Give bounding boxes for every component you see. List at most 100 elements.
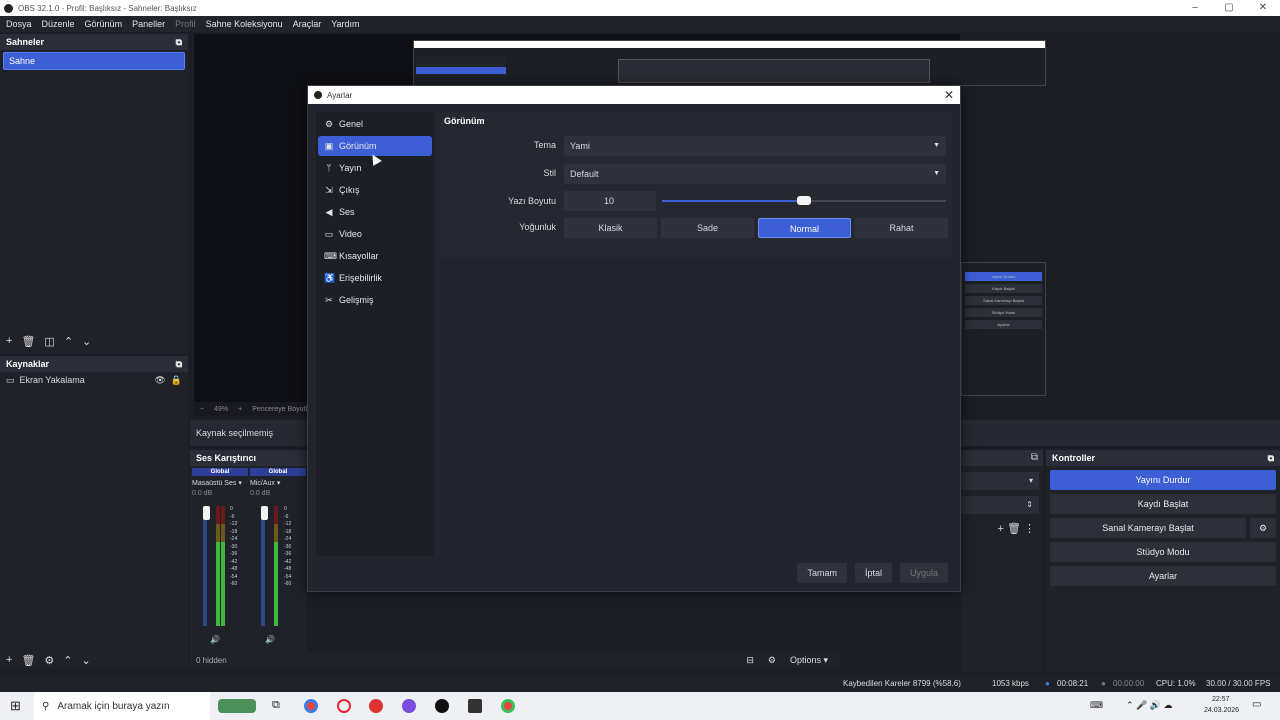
theme-select[interactable]: Yami ▼ [564,136,946,156]
vcam-row: Sanal Kamerayı Başlat ⚙ [1050,518,1276,538]
add-icon[interactable]: + [997,523,1003,535]
scenes-title: Sahneler [6,37,45,47]
source-label: Ekran Yakalama [19,375,85,385]
density-sade[interactable]: Sade [661,218,754,238]
tools-icon: ✂ [325,294,333,305]
move-down-icon[interactable]: ⌄ [82,335,91,348]
taskbar-search[interactable]: ⚲ Aramak için buraya yazın [34,692,210,720]
chrome-icon[interactable] [501,699,515,713]
close-icon[interactable]: ✕ [944,88,954,102]
chrome-icon[interactable] [304,699,318,713]
add-icon[interactable]: + [6,335,12,347]
undock-icon[interactable]: ⧉ [961,450,1043,466]
volume-fader[interactable] [261,506,268,520]
layout-icon[interactable]: ⊟ [746,655,754,666]
gear-icon[interactable]: ⚙ [44,654,54,667]
app-icon[interactable] [468,699,482,713]
opera-icon[interactable] [337,699,351,713]
notification-icon[interactable]: ▭ [1252,699,1261,710]
move-up-icon[interactable]: ⌃ [63,654,72,667]
cancel-button[interactable]: İptal [854,563,892,583]
section-title: Görünüm [444,116,485,126]
nav-genel[interactable]: ⚙ Genel [318,114,432,134]
task-view-icon[interactable]: ⧉ [272,699,280,712]
maximize-button[interactable]: ▢ [1212,0,1246,16]
sources-title: Kaynaklar [6,359,50,369]
undock-icon[interactable]: ⧉ [176,359,182,370]
landscape-icon[interactable] [218,699,256,713]
source-item[interactable]: ▭ Ekran Yakalama 👁 🔒 [0,372,188,388]
menu-gorunum[interactable]: Görünüm [85,19,123,29]
nav-erisebilirlik[interactable]: ♿ Erişebilirlik [318,268,432,288]
style-select[interactable]: Default ▼ [564,164,946,184]
stream-icon: ● [1045,679,1050,688]
density-normal[interactable]: Normal [758,218,851,238]
density-klasik[interactable]: Klasik [564,218,657,238]
keyboard-icon[interactable]: ⌨ [1090,700,1103,711]
fps: 30.00 / 30.00 FPS [1206,679,1271,688]
controls-title: Kontroller [1052,453,1096,463]
menu-duzenle[interactable]: Düzenle [42,19,75,29]
options-button[interactable]: Options ▾ [790,655,828,666]
stop-stream-button[interactable]: Yayını Durdur [1050,470,1276,490]
status-bar: Kaybedilen Kareler 8799 (%58.6) 1053 kbp… [0,676,1280,692]
windows-start-icon[interactable]: ⊞ [10,698,21,714]
lock-icon[interactable]: 🔒 [171,375,182,386]
apply-button[interactable]: Uygula [899,563,948,583]
channel-name[interactable]: Masaüstü Ses ▾ [192,479,248,487]
speaker-icon[interactable]: 🔊 [265,635,275,644]
scene-item[interactable]: Sahne [3,52,185,70]
start-recording-button[interactable]: Kaydı Başlat [1050,494,1276,514]
channel-name[interactable]: Mic/Aux ▾ [250,479,306,487]
nested-scenes [416,57,506,77]
undock-icon[interactable]: ⧉ [1268,453,1274,464]
menu-paneller[interactable]: Paneller [132,19,165,29]
density-rahat[interactable]: Rahat [855,218,948,238]
slider-thumb[interactable] [797,196,811,205]
menu-yardim[interactable]: Yardım [331,19,359,29]
undock-icon[interactable]: ⧉ [176,37,182,48]
nav-gelismis[interactable]: ✂ Gelişmiş [318,290,432,310]
trash-icon[interactable]: 🗑 [21,654,35,667]
font-size-slider[interactable] [662,191,946,211]
clock-date[interactable]: 24.03.2026 [1204,707,1239,714]
eye-icon[interactable]: 👁 [154,375,165,386]
minimize-button[interactable]: – [1178,0,1212,16]
nav-kisayollar[interactable]: ⌨ Kısayollar [318,246,432,266]
add-icon[interactable]: + [6,654,12,666]
nav-video[interactable]: ▭ Video [318,224,432,244]
settings-button[interactable]: Ayarlar [1050,566,1276,586]
close-window-button[interactable]: ✕ [1246,0,1280,16]
move-up-icon[interactable]: ⌃ [64,335,73,348]
gear-icon[interactable]: ⚙ [768,655,776,666]
volume-fader[interactable] [203,506,210,520]
app-icon[interactable] [369,699,383,713]
start-virtual-camera-button[interactable]: Sanal Kamerayı Başlat [1050,518,1246,538]
transition-select[interactable]: ▾ [961,472,1039,490]
nav-ses[interactable]: ◀ Ses [318,202,432,222]
menu-araclar[interactable]: Araçlar [293,19,322,29]
speaker-icon[interactable]: 🔊 [210,635,220,644]
move-down-icon[interactable]: ⌄ [82,654,91,667]
obs-icon[interactable] [435,699,449,713]
nav-cikis[interactable]: ⇲ Çıkış [318,180,432,200]
font-size-spinner[interactable]: 10 [564,191,656,211]
studio-mode-button[interactable]: Stüdyo Modu [1050,542,1276,562]
gear-icon[interactable]: ⚙ [1250,518,1276,538]
zoom-out-button[interactable]: − [200,406,204,413]
tray-icons[interactable]: ⌃ 🎤 🔊 ☁ [1126,700,1172,711]
audio-mixer: Ses Karıştırıcı Global Masaüstü Ses ▾ 0.… [190,450,307,652]
app-icon[interactable] [402,699,416,713]
menu-sahne-koleksiyonu[interactable]: Sahne Koleksiyonu [206,19,283,29]
zoom-in-button[interactable]: + [238,406,242,413]
trash-icon[interactable]: 🗑 [1007,523,1021,535]
ok-button[interactable]: Tamam [797,563,847,583]
menu-profil[interactable]: Profil [175,19,196,29]
duration-spinner[interactable]: ⇕ [961,496,1039,514]
more-icon[interactable]: ⋮ [1024,523,1035,535]
menu-dosya[interactable]: Dosya [6,19,32,29]
filter-icon[interactable]: ◫ [44,335,54,348]
trash-icon[interactable]: 🗑 [21,335,35,348]
clock-time[interactable]: 22:57 [1212,696,1230,703]
fit-window-button[interactable]: Pencereye Boyutla [252,406,311,413]
